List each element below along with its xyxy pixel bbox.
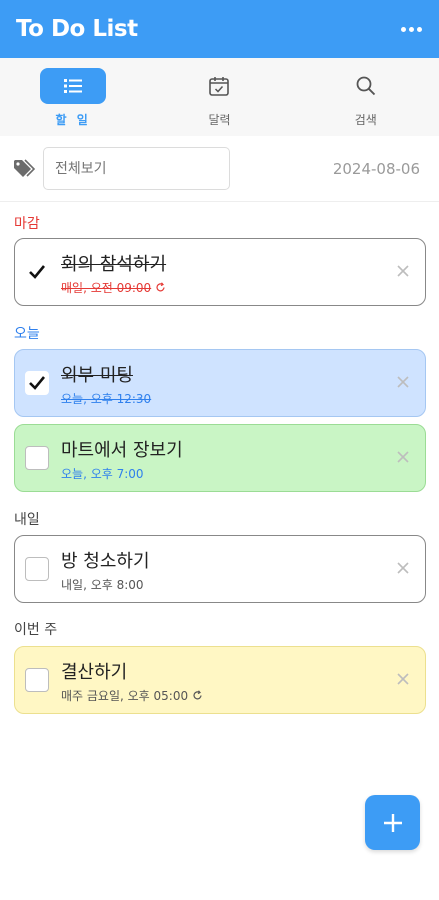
- tab-bar: 할 일 달력 검색: [0, 58, 439, 136]
- task-checkbox[interactable]: [25, 260, 49, 284]
- section-this-week-label: 이번 주: [14, 622, 58, 638]
- task-due: 내일, 오후 8:00: [61, 578, 144, 592]
- task-title: 외부 미팅: [61, 365, 133, 386]
- tab-search[interactable]: 검색: [293, 58, 439, 136]
- delete-task-icon[interactable]: [394, 448, 412, 466]
- task-due: 매주 금요일, 오후 05:00: [61, 689, 189, 703]
- list-icon: [40, 68, 107, 104]
- task-checkbox[interactable]: [25, 668, 49, 692]
- task-item[interactable]: 결산하기 매주 금요일, 오후 05:00: [14, 646, 426, 714]
- section-today-label: 오늘: [14, 326, 40, 342]
- tab-label: 검색: [354, 113, 377, 127]
- task-due: 오늘, 오후 12:30: [61, 392, 152, 406]
- section-tomorrow-label: 내일: [14, 512, 40, 528]
- delete-task-icon[interactable]: [394, 670, 412, 688]
- task-item[interactable]: 마트에서 장보기 오늘, 오후 7:00: [14, 424, 426, 492]
- more-dot-icon: [400, 26, 406, 32]
- search-icon: [333, 68, 399, 104]
- delete-task-icon[interactable]: [394, 559, 412, 577]
- task-subtitle: 내일, 오후 8:00: [61, 576, 144, 593]
- tab-calendar[interactable]: 달력: [146, 58, 292, 136]
- task-checkbox[interactable]: [25, 446, 49, 470]
- task-item[interactable]: 회의 참석하기 매일, 오전 09:00: [14, 238, 426, 306]
- add-task-button[interactable]: [365, 795, 420, 850]
- task-item[interactable]: 방 청소하기 내일, 오후 8:00: [14, 535, 426, 603]
- app-title: To Do List: [16, 16, 138, 42]
- check-icon: [29, 265, 46, 279]
- app-header: To Do List: [0, 0, 439, 58]
- task-title: 방 청소하기: [61, 551, 150, 572]
- filter-row: 2024-08-06: [0, 136, 439, 202]
- task-subtitle: 매주 금요일, 오후 05:00: [61, 687, 203, 704]
- task-item[interactable]: 외부 미팅 오늘, 오후 12:30: [14, 349, 426, 417]
- task-due: 오늘, 오후 7:00: [61, 467, 144, 481]
- task-title: 결산하기: [61, 662, 128, 683]
- tab-label: 할 일: [55, 113, 91, 127]
- calendar-icon: [186, 68, 252, 104]
- tab-label: 달력: [208, 113, 231, 127]
- check-icon: [29, 376, 46, 390]
- task-checkbox[interactable]: [25, 557, 49, 581]
- task-due: 매일, 오전 09:00: [61, 281, 152, 295]
- more-menu-button[interactable]: [397, 15, 425, 43]
- more-dot-icon: [408, 26, 414, 32]
- category-filter-input[interactable]: [43, 147, 230, 190]
- section-deadline-label: 마감: [14, 216, 40, 232]
- task-title: 마트에서 장보기: [61, 440, 183, 461]
- tag-icon: [13, 159, 36, 183]
- task-subtitle: 매일, 오전 09:00: [61, 279, 166, 296]
- repeat-icon: [193, 690, 202, 700]
- tab-todo[interactable]: 할 일: [0, 58, 146, 136]
- current-date: 2024-08-06: [332, 160, 420, 178]
- repeat-icon: [156, 282, 165, 292]
- task-checkbox[interactable]: [25, 371, 49, 395]
- more-dot-icon: [416, 26, 422, 32]
- task-subtitle: 오늘, 오후 7:00: [61, 465, 144, 482]
- task-subtitle: 오늘, 오후 12:30: [61, 390, 151, 407]
- task-title: 회의 참석하기: [61, 254, 167, 275]
- plus-icon: [383, 813, 402, 832]
- delete-task-icon[interactable]: [394, 373, 412, 391]
- delete-task-icon[interactable]: [394, 262, 412, 280]
